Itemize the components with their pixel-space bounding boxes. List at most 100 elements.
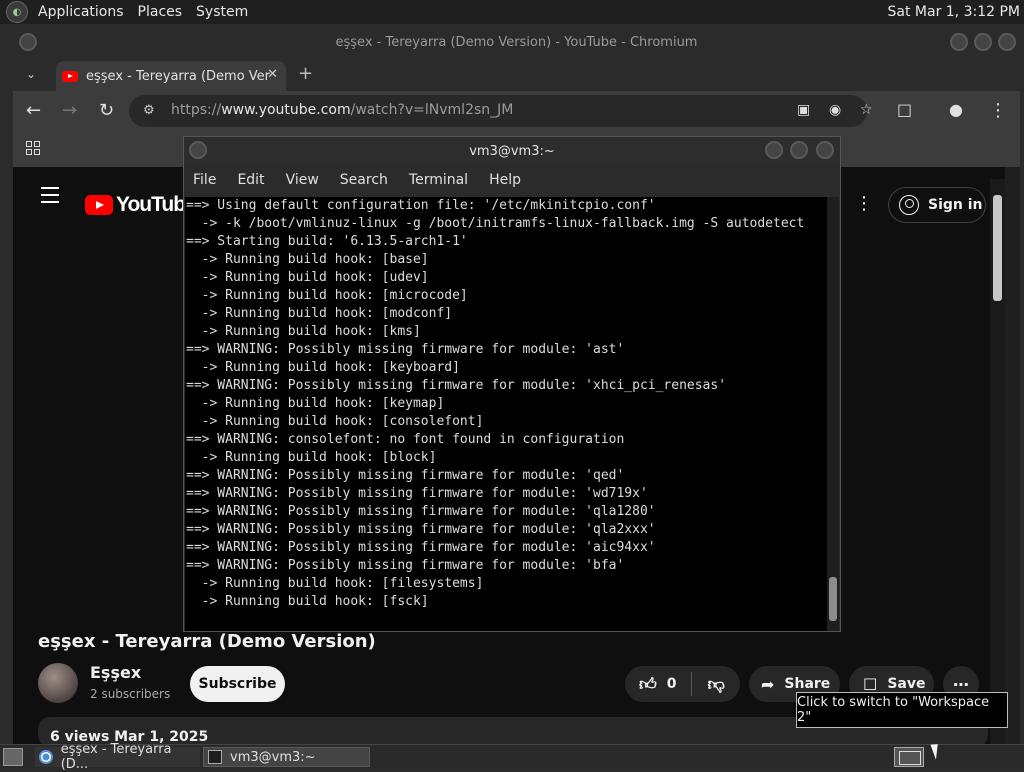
thumbs-up-icon[interactable]: 👍︎ [639,674,657,695]
terminal-line: ==> WARNING: Possibly missing firmware f… [186,468,625,483]
subscriber-count: 2 subscribers [90,687,171,701]
subscribe-button[interactable]: Subscribe [190,666,285,702]
terminal-line: -> Running build hook: [keymap] [186,396,445,411]
profile-icon[interactable]: ● [949,100,963,119]
terminal-scrollbar-thumb[interactable] [829,577,837,621]
save-label: Save [887,676,926,692]
terminal-line: -> Running build hook: [block] [186,450,437,465]
taskbar-item-chromium[interactable]: eşşex - Tereyarra (D... [35,742,200,772]
maximize-icon[interactable] [974,33,992,51]
terminal-menu-terminal[interactable]: Terminal [409,172,468,188]
menu-places[interactable]: Places [134,4,187,20]
new-tab-plus-icon[interactable]: + [298,63,313,84]
terminal-output[interactable]: ==> Using default configuration file: '/… [185,197,827,631]
hamburger-menu-icon[interactable] [41,187,59,208]
tab-youtube[interactable]: eşşex - Tereyarra (Demo Ver ✕ [56,61,286,91]
address-bar[interactable]: ⚙ https://www.youtube.com/watch?v=lNvml2… [129,95,873,127]
browser-toolbar: ← → ↻ ⚙ https://www.youtube.com/watch?v=… [13,91,1020,131]
terminal-line: -> Running build hook: [kms] [186,324,421,339]
terminal-text: ==> Using default configuration file: '/… [186,197,827,611]
bookmark-icon: ☐ [863,674,878,694]
channel-name[interactable]: Eşşex [90,663,141,682]
minimize-icon[interactable] [950,33,968,51]
chrome-menu-kebab-icon[interactable]: ⋮ [989,100,1007,121]
terminal-line: ==> WARNING: Possibly missing firmware f… [186,522,656,537]
site-info-tune-icon[interactable]: ⚙ [143,103,155,118]
tab-title: eşşex - Tereyarra (Demo Ver [86,68,271,84]
terminal-line: -> Running build hook: [microcode] [186,288,468,303]
menu-system[interactable]: System [192,4,252,20]
forward-arrow-icon[interactable]: → [62,100,77,121]
chevron-down-icon[interactable]: ⌄ [26,67,36,81]
terminal-menu-edit[interactable]: Edit [237,172,264,188]
workspace-switcher[interactable] [894,747,924,767]
sign-in-button[interactable]: Sign in [888,187,986,223]
terminal-line: ==> WARNING: Possibly missing firmware f… [186,540,656,555]
url-text[interactable]: https://www.youtube.com/watch?v=lNvml2sn… [171,102,513,118]
url-prefix: https:// [171,102,222,118]
chromium-titlebar[interactable]: eşşex - Tereyarra (Demo Version) - YouTu… [13,27,1020,57]
tab-strip: ⌄ eşşex - Tereyarra (Demo Ver ✕ + [13,57,1020,91]
terminal-line: -> Running build hook: [fsck] [186,594,429,609]
like-dislike-group: 👍︎ 0 👎︎ [625,666,740,702]
terminal-titlebar[interactable]: vm3@vm3:~ [184,137,840,165]
clock[interactable]: Sat Mar 1, 3:12 PM [888,4,1021,20]
terminal-close-icon[interactable] [816,141,834,159]
terminal-menu-file[interactable]: File [193,172,216,188]
terminal-menu-view[interactable]: View [286,172,319,188]
terminal-menubar: File Edit View Search Terminal Help [184,165,840,195]
video-title: eşşex - Tereyarra (Demo Version) [38,631,376,652]
terminal-line: -> Running build hook: [udev] [186,270,429,285]
scrollbar-thumb[interactable] [993,195,1002,301]
terminal-window-menu-icon[interactable] [189,141,207,159]
youtube-logo[interactable]: YouTube [85,193,197,217]
terminal-icon [208,750,222,764]
top-panel: ◐ Applications Places System Sat Mar 1, … [0,0,1024,24]
terminal-title: vm3@vm3:~ [469,143,555,159]
terminal-line: -> -k /boot/vmlinuz-linux -g /boot/initr… [186,216,805,231]
terminal-line: -> Running build hook: [keyboard] [186,360,460,375]
sign-in-label: Sign in [928,197,983,213]
share-arrow-icon: ➦ [761,674,775,694]
back-arrow-icon[interactable]: ← [26,100,41,121]
channel-avatar[interactable] [38,663,78,703]
terminal-line: ==> WARNING: Possibly missing firmware f… [186,558,625,573]
terminal-line: -> Running build hook: [modconf] [186,306,453,321]
terminal-line: ==> WARNING: Possibly missing firmware f… [186,342,625,357]
terminal-line: ==> WARNING: Possibly missing firmware f… [186,486,648,501]
tab-close-icon[interactable]: ✕ [267,67,278,82]
terminal-scrollbar[interactable] [827,197,839,631]
taskbar-item-terminal[interactable]: vm3@vm3:~ [203,747,370,767]
taskbar-label-terminal: vm3@vm3:~ [230,749,316,765]
bottom-panel: eşşex - Tereyarra (D... vm3@vm3:~ [0,742,1024,772]
apps-grid-icon[interactable] [26,141,40,155]
menu-applications[interactable]: Applications [34,4,128,20]
bookmark-star-icon[interactable]: ☆ [860,102,873,118]
workspace-tooltip: Click to switch to "Workspace 2" [796,692,1008,728]
chromium-icon [39,750,53,764]
reload-icon[interactable]: ↻ [99,100,114,121]
terminal-line: ==> WARNING: consolefont: no font found … [186,432,625,447]
page-scrollbar[interactable] [990,179,1005,745]
terminal-menu-search[interactable]: Search [340,172,388,188]
thumbs-down-icon[interactable]: 👎︎ [708,674,725,695]
terminal-line: -> Running build hook: [consolefont] [186,414,484,429]
close-window-icon[interactable] [998,33,1016,51]
show-desktop-icon[interactable] [3,748,23,766]
url-host: www.youtube.com [221,102,351,118]
terminal-line: -> Running build hook: [base] [186,252,429,267]
eye-off-icon[interactable]: ◉ [829,102,841,118]
divider [690,672,692,696]
terminal-menu-help[interactable]: Help [489,172,521,188]
terminal-line: ==> WARNING: Possibly missing firmware f… [186,378,727,393]
window-menu-icon[interactable] [19,33,37,51]
settings-kebab-icon[interactable]: ⋮ [855,193,873,214]
youtube-favicon-icon [62,70,78,82]
terminal-maximize-icon[interactable] [790,141,808,159]
terminal-minimize-icon[interactable] [765,141,783,159]
like-count[interactable]: 0 [667,676,677,692]
extensions-puzzle-icon[interactable]: □ [897,100,912,119]
install-app-icon[interactable]: ▣ [797,102,810,118]
distro-logo-icon[interactable]: ◐ [6,1,28,23]
account-circle-icon [899,195,919,215]
